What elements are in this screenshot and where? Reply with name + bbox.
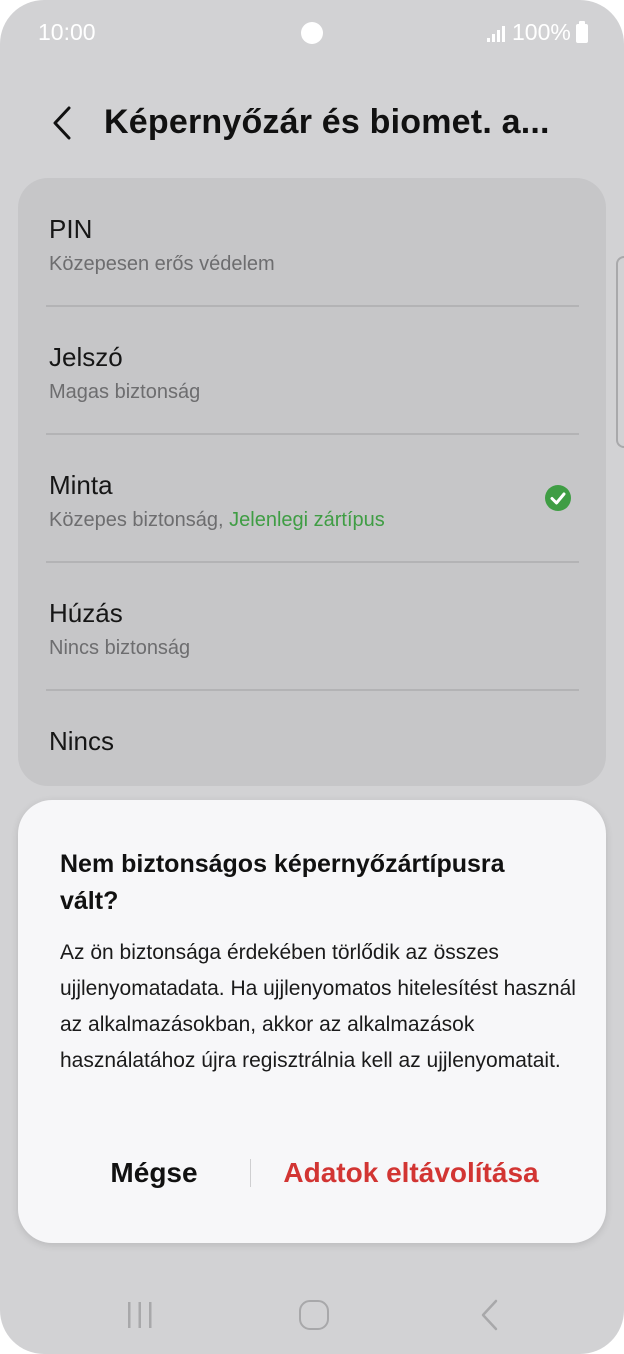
signal-icon xyxy=(487,26,505,42)
current-lock-label: Jelenlegi zártípus xyxy=(229,509,385,531)
status-bar: 10:00 100% xyxy=(0,0,624,66)
button-divider xyxy=(250,1159,251,1187)
option-pattern[interactable]: Minta Közepes biztonság, Jelenlegi zártí… xyxy=(18,434,606,562)
remove-data-button[interactable]: Adatok eltávolítása xyxy=(261,1153,561,1193)
option-title: Húzás xyxy=(49,598,123,628)
dialog-actions: Mégse Adatok eltávolítása xyxy=(18,1145,606,1201)
dialog-title: Nem biztonságos képernyőzártípusra vált? xyxy=(60,850,505,915)
chevron-left-icon[interactable] xyxy=(44,103,84,143)
battery-icon xyxy=(576,21,588,43)
option-pin[interactable]: PIN Közepesen erős védelem xyxy=(18,178,606,306)
recents-icon[interactable] xyxy=(125,1300,155,1330)
option-title: PIN xyxy=(49,214,93,244)
option-subtitle-text: Közepes biztonság, xyxy=(49,509,224,531)
lock-type-list: PIN Közepesen erős védelem Jelszó Magas … xyxy=(18,178,606,786)
option-swipe[interactable]: Húzás Nincs biztonság xyxy=(18,562,606,690)
option-title: Minta xyxy=(49,470,113,500)
option-subtitle: Közepesen erős védelem xyxy=(49,253,275,275)
option-subtitle: Magas biztonság xyxy=(49,381,201,403)
option-none[interactable]: Nincs xyxy=(18,690,606,786)
option-title: Nincs xyxy=(49,726,115,756)
camera-cutout xyxy=(301,22,323,44)
check-circle-icon xyxy=(545,485,571,511)
phone-screen: 10:00 100% Képernyőzár és biomet. a... P… xyxy=(0,0,624,1354)
battery-level: 100% xyxy=(512,19,571,45)
option-title: Jelszó xyxy=(49,342,123,372)
cancel-button[interactable]: Mégse xyxy=(58,1153,250,1193)
navigation-bar xyxy=(0,1276,624,1354)
option-subtitle: Közepes biztonság, Jelenlegi zártípus xyxy=(49,509,385,532)
scrollbar[interactable] xyxy=(616,256,624,448)
back-icon[interactable] xyxy=(476,1298,504,1332)
page-title: Képernyőzár és biomet. a... xyxy=(104,103,550,141)
dialog-message: Az ön biztonsága érdekében törlődik az ö… xyxy=(60,941,576,1072)
status-time: 10:00 xyxy=(38,19,96,45)
option-subtitle: Nincs biztonság xyxy=(49,637,191,659)
home-icon[interactable] xyxy=(299,1300,329,1330)
option-password[interactable]: Jelszó Magas biztonság xyxy=(18,306,606,434)
confirm-dialog: Nem biztonságos képernyőzártípusra vált?… xyxy=(18,800,606,1243)
